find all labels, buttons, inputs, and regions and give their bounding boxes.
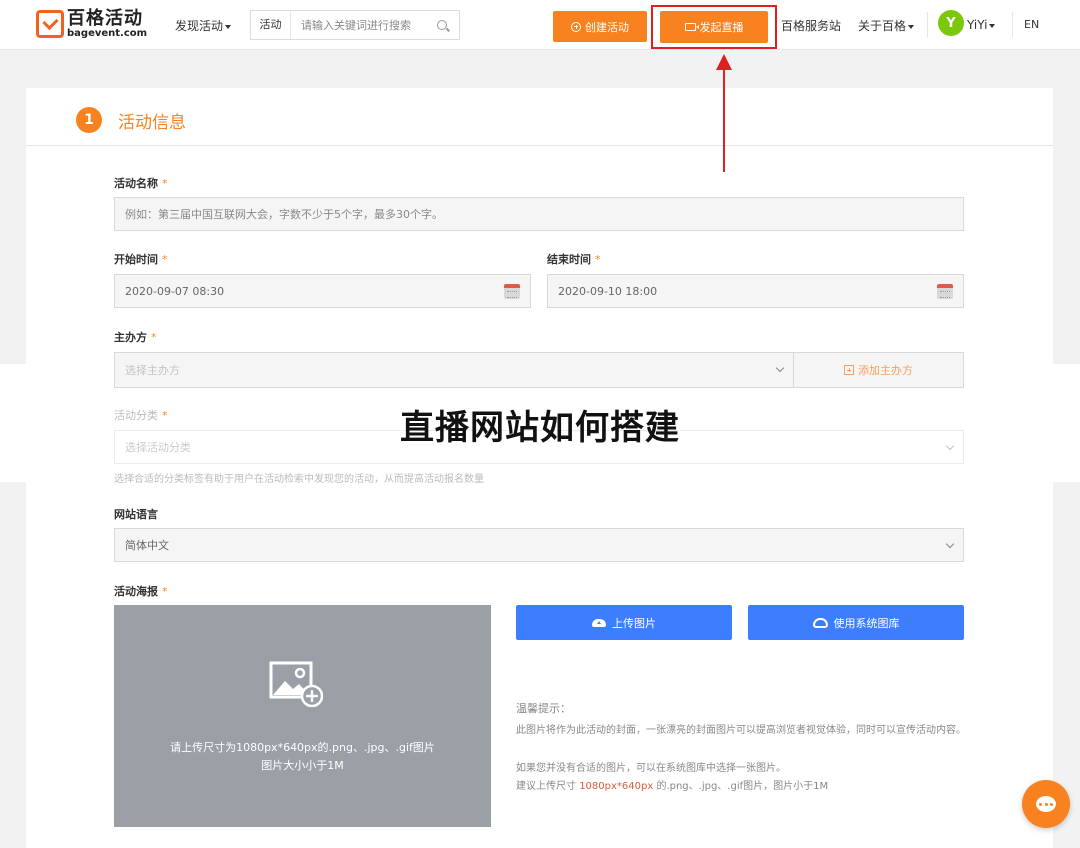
gallery-cloud-icon [812, 617, 828, 628]
user-menu[interactable]: YiYi [967, 18, 996, 32]
chevron-down-icon [775, 363, 785, 373]
nav-discover-menu[interactable]: 发现活动 [175, 17, 232, 34]
create-event-button[interactable]: 创建活动 [553, 11, 647, 42]
category-hint: 选择合适的分类标签有助于用户在活动检索中发现您的活动，从而提高活动报名数量 [114, 474, 484, 485]
chat-button[interactable] [1022, 780, 1070, 828]
tips-title: 温馨提示： [516, 702, 571, 715]
site-language-select[interactable]: 简体中文 [114, 528, 964, 562]
caret-down-icon [989, 23, 996, 28]
host-label: 主办方 * [114, 331, 157, 344]
event-info-card: 1 活动信息 活动名称 * 例如：第三届中国互联网大会，字数不少于5个字，最多30… [26, 88, 1053, 848]
overlay-title: 直播网站如何搭建 [400, 408, 680, 448]
section-header: 1 活动信息 [26, 88, 1053, 146]
upload-image-button[interactable]: 上传图片 [516, 605, 732, 640]
add-image-icon [269, 661, 323, 707]
poster-upload-hint: 请上传尺寸为1080px*640px的.png、.jpg、.gif图片 图片大小… [170, 741, 435, 772]
top-nav: 百格活动 bagevent.com 发现活动 活动 创建活动 发起直播 百格服务… [0, 0, 1080, 50]
system-gallery-button[interactable]: 使用系统图库 [748, 605, 964, 640]
nav-about-menu[interactable]: 关于百格 [858, 17, 915, 34]
search-bar: 活动 [250, 10, 460, 40]
event-name-label: 活动名称 * [114, 177, 168, 190]
caret-down-icon [908, 24, 915, 29]
caret-down-icon [225, 24, 232, 29]
search-icon[interactable] [437, 20, 447, 30]
tip-text: 如果您并没有合适的图片，可以在系统图库中选择一张图片。 [516, 763, 786, 774]
search-input[interactable] [291, 18, 421, 32]
chevron-down-icon [945, 539, 955, 549]
step-number-badge: 1 [76, 107, 102, 133]
site-language-label: 网站语言 [114, 508, 158, 521]
end-time-input[interactable]: 2020-09-10 18:00 [547, 274, 964, 308]
logo-text-en: bagevent.com [67, 27, 148, 39]
poster-upload-area[interactable]: 请上传尺寸为1080px*640px的.png、.jpg、.gif图片 图片大小… [114, 605, 491, 827]
site-logo[interactable]: 百格活动 bagevent.com [36, 8, 147, 40]
tip-text: 此图片将作为此活动的封面，一张漂亮的封面图片可以提高浏览者视觉体验，同时可以宣传… [516, 725, 966, 736]
section-title: 活动信息 [118, 113, 186, 133]
event-name-input[interactable]: 例如：第三届中国互联网大会，字数不少于5个字，最多30个字。 [114, 197, 964, 231]
nav-divider [927, 12, 928, 38]
end-time-label: 结束时间 * [547, 253, 601, 266]
calendar-icon[interactable] [937, 284, 953, 299]
tip-text: 建议上传尺寸 1080px*640px 的.png、.jpg、.gif图片，图片… [516, 781, 829, 792]
language-toggle[interactable]: EN [1024, 18, 1039, 31]
start-time-label: 开始时间 * [114, 253, 168, 266]
logo-text-cn: 百格活动 [67, 7, 143, 29]
start-live-button[interactable]: 发起直播 [660, 11, 768, 43]
nav-divider [1012, 12, 1013, 38]
annotation-arrow-head [716, 54, 732, 70]
upload-cloud-icon [592, 618, 606, 627]
search-type-select[interactable]: 活动 [251, 11, 291, 39]
chat-icon [1036, 796, 1056, 812]
poster-label: 活动海报 * [114, 585, 168, 598]
add-host-button[interactable]: 添加主办方 [793, 352, 964, 388]
logo-icon [36, 10, 64, 38]
calendar-icon[interactable] [504, 284, 520, 299]
avatar[interactable]: Y [938, 10, 964, 36]
start-time-input[interactable]: 2020-09-07 08:30 [114, 274, 531, 308]
plus-square-icon [844, 365, 854, 375]
video-camera-icon [684, 23, 699, 31]
plus-circle-icon [571, 21, 581, 32]
nav-service-link[interactable]: 百格服务站 [781, 17, 841, 34]
host-select[interactable]: 选择主办方 [114, 352, 794, 388]
annotation-arrow [723, 68, 725, 172]
